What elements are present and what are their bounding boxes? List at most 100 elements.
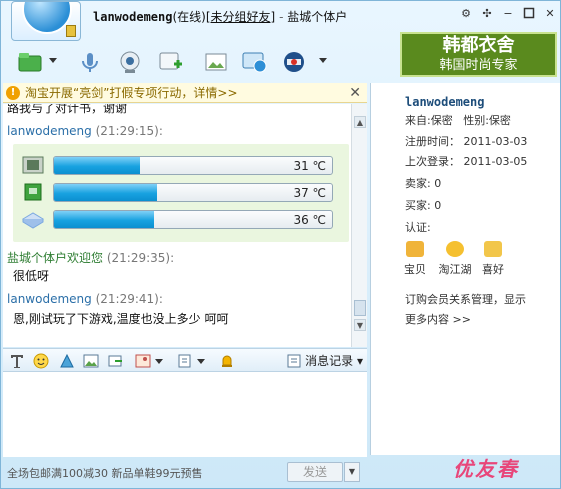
- temperature-value: 37 ℃: [293, 186, 326, 200]
- scrollbar[interactable]: ▲ ▼: [351, 104, 367, 347]
- chevron-down-icon[interactable]: [155, 359, 163, 364]
- pin-icon[interactable]: ✣: [480, 7, 494, 21]
- promo-text[interactable]: 全场包邮满100减30 新品单鞋99元预售: [7, 465, 203, 481]
- ad-subtitle: 韩国时尚专家: [439, 58, 518, 73]
- ad-banner[interactable]: 韩都衣舍 韩国时尚专家: [400, 32, 557, 77]
- webcam-icon[interactable]: [115, 47, 145, 77]
- scroll-thumb[interactable]: [354, 300, 366, 316]
- scroll-down-icon[interactable]: ▼: [354, 319, 366, 331]
- warning-icon: !: [6, 86, 20, 100]
- temperature-bar: 31 ℃: [53, 156, 333, 175]
- title-separator: -: [279, 10, 284, 24]
- format-toolbar: 消息记录 ▾: [3, 348, 367, 372]
- avatar-ball-icon: [22, 2, 72, 34]
- disk-icon: [21, 209, 45, 229]
- taojianghu-icon: [446, 241, 464, 257]
- xihao-icon: [484, 241, 502, 257]
- chat-window: lanwodemeng(在线)[未分组好友] - 盐城个体户 ⚙ ✣ − ✕ 韩…: [0, 0, 561, 489]
- temperature-value: 31 ℃: [293, 159, 326, 173]
- send-button[interactable]: 发送: [287, 462, 343, 482]
- message-text: 路我与了对计书，谢谢: [7, 104, 128, 115]
- title-group-link[interactable]: [未分组好友]: [206, 10, 275, 24]
- more-content-link[interactable]: 更多内容 >>: [405, 310, 471, 330]
- notice-link[interactable]: 淘宝开展“亮剑”打假专项行动，详情>>: [25, 83, 238, 103]
- service-icon[interactable]: [279, 47, 309, 77]
- profile-name: lanwodemeng: [405, 95, 485, 109]
- close-icon[interactable]: ✕: [349, 83, 361, 103]
- member-management-link[interactable]: 订购会员关系管理，显示: [405, 290, 526, 310]
- chevron-down-icon[interactable]: [49, 58, 57, 63]
- avatar[interactable]: [11, 1, 81, 41]
- remote-screen-icon[interactable]: [239, 47, 269, 77]
- message-header: lanwodemeng (21:29:15):: [7, 124, 163, 138]
- message-time: (21:29:41):: [95, 292, 163, 306]
- toolbar: [11, 45, 381, 81]
- folder-icon[interactable]: [15, 47, 45, 77]
- message-history-button[interactable]: 消息记录 ▾: [287, 352, 363, 369]
- edit-pen-icon: [66, 25, 76, 37]
- emoji-icon[interactable]: [33, 353, 49, 369]
- picture-icon[interactable]: [83, 353, 99, 369]
- screenshot-icon[interactable]: [107, 353, 123, 369]
- message-input[interactable]: [3, 372, 367, 457]
- message-history-label: 消息记录: [305, 354, 354, 368]
- profile-panel: lanwodemeng 来自:保密 性别:保密 注册时间： 2011-03-03…: [370, 83, 560, 455]
- temperature-fill: [54, 184, 157, 201]
- notice-bar: ! 淘宝开展“亮剑”打假专项行动，详情>> ✕: [3, 83, 367, 103]
- brand-watermark: 优友春: [453, 457, 519, 481]
- profile-gender: 性别:保密: [463, 114, 511, 127]
- add-contact-icon[interactable]: [155, 47, 185, 77]
- ad-title: 韩都衣舍: [442, 35, 515, 56]
- voice-icon[interactable]: [75, 47, 105, 77]
- bell-icon[interactable]: [219, 353, 235, 369]
- temperature-bar: 37 ℃: [53, 183, 333, 202]
- temperature-bar: 36 ℃: [53, 210, 333, 229]
- title-bar: lanwodemeng(在线)[未分组好友] - 盐城个体户 ⚙ ✣ − ✕: [1, 1, 560, 41]
- baobei-label: 宝贝: [404, 263, 426, 276]
- chat-title: lanwodemeng(在线)[未分组好友] - 盐城个体户: [93, 8, 347, 25]
- baobei-button[interactable]: 宝贝: [395, 241, 435, 277]
- maximize-icon[interactable]: [522, 7, 536, 21]
- message-area: 路我与了对计书，谢谢 lanwodemeng (21:29:15): 31 ℃ …: [3, 104, 367, 347]
- taojianghu-label: 淘江湖: [438, 263, 472, 276]
- baobei-icon: [406, 241, 424, 257]
- hardware-row: 36 ℃: [21, 209, 341, 231]
- xihao-button[interactable]: 喜好: [473, 241, 513, 277]
- edit-icon[interactable]: [177, 353, 193, 369]
- gpu-icon: [21, 182, 45, 202]
- send-options-button[interactable]: ▼: [344, 462, 360, 482]
- profile-buyer: 买家: 0: [405, 199, 442, 212]
- scroll-up-icon[interactable]: ▲: [354, 116, 366, 128]
- temperature-value: 36 ℃: [293, 213, 326, 227]
- taojianghu-button[interactable]: 淘江湖: [435, 241, 475, 277]
- settings-icon[interactable]: ⚙: [459, 7, 473, 21]
- minimize-icon[interactable]: −: [501, 7, 515, 21]
- title-nick: lanwodemeng: [93, 10, 173, 24]
- cpu-icon: [21, 155, 45, 175]
- bottom-bar: 全场包邮满100减30 新品单鞋99元预售 发送 ▼: [3, 459, 367, 485]
- gallery-icon[interactable]: [135, 353, 151, 369]
- hardware-temps-image: 31 ℃ 37 ℃ 36 ℃: [13, 144, 349, 242]
- profile-from-gender: 来自:保密 性别:保密: [405, 112, 511, 128]
- message-header: 盐城个体户欢迎您 (21:29:35):: [7, 249, 174, 266]
- message-time: (21:29:35):: [106, 251, 175, 265]
- history-icon: [287, 354, 301, 368]
- image-icon[interactable]: [201, 47, 231, 77]
- shake-icon[interactable]: [59, 353, 75, 369]
- chevron-down-icon[interactable]: [197, 359, 205, 364]
- close-icon[interactable]: ✕: [543, 7, 557, 21]
- temperature-fill: [54, 157, 141, 174]
- profile-verify: 认证:: [405, 221, 431, 234]
- sender-name: lanwodemeng: [7, 124, 92, 138]
- profile-seller: 卖家: 0: [405, 177, 442, 190]
- message-header: lanwodemeng (21:29:41):: [7, 292, 163, 306]
- chevron-down-icon[interactable]: [319, 58, 327, 63]
- profile-last-login: 上次登录： 2011-03-05: [405, 155, 528, 168]
- hardware-row: 37 ℃: [21, 182, 341, 204]
- message-time: (21:29:15):: [95, 124, 163, 138]
- profile-from: 来自:保密: [405, 114, 453, 127]
- message-text: 很低呀: [13, 269, 50, 283]
- font-icon[interactable]: [9, 353, 25, 369]
- title-shop: 盐城个体户: [287, 10, 348, 24]
- title-status: (在线): [172, 10, 206, 24]
